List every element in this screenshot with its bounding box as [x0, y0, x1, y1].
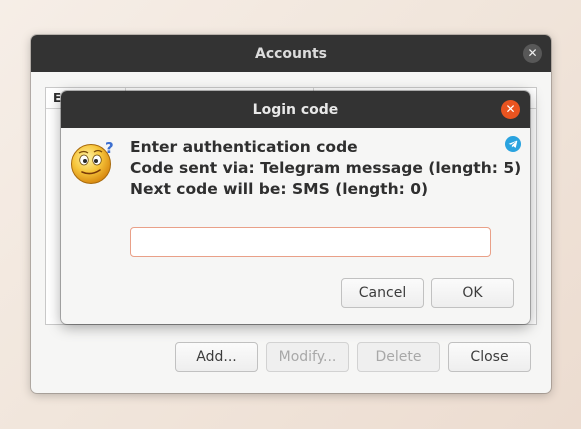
accounts-button-row: Add... Modify... Delete Close [31, 342, 551, 374]
next-code-text: Next code will be: SMS (length: 0) [130, 180, 429, 198]
add-button[interactable]: Add... [175, 342, 258, 372]
login-code-dialog: Login code ✕ ? Enter authentication code… [61, 91, 530, 324]
svg-text:?: ? [105, 139, 114, 157]
code-sent-via-text: Code sent via: Telegram message (length:… [130, 159, 522, 177]
login-dialog-close-button[interactable]: ✕ [501, 100, 520, 119]
close-icon: ✕ [527, 46, 538, 60]
auth-code-input[interactable] [130, 227, 491, 257]
modify-button[interactable]: Modify... [266, 342, 349, 372]
accounts-title: Accounts [254, 45, 327, 62]
login-dialog-titlebar[interactable]: Login code ✕ [61, 91, 530, 128]
ok-button[interactable]: OK [431, 278, 514, 308]
close-button[interactable]: Close [448, 342, 531, 372]
login-heading: Enter authentication code [130, 138, 358, 156]
delete-button[interactable]: Delete [357, 342, 440, 372]
accounts-titlebar[interactable]: Accounts ✕ [31, 35, 551, 72]
cancel-button[interactable]: Cancel [341, 278, 424, 308]
accounts-close-button[interactable]: ✕ [523, 44, 542, 63]
login-message: Enter authentication code Code sent via:… [130, 137, 521, 200]
login-dialog-title: Login code [252, 101, 339, 118]
close-icon: ✕ [505, 102, 516, 116]
confused-smiley-icon: ? [71, 139, 114, 184]
